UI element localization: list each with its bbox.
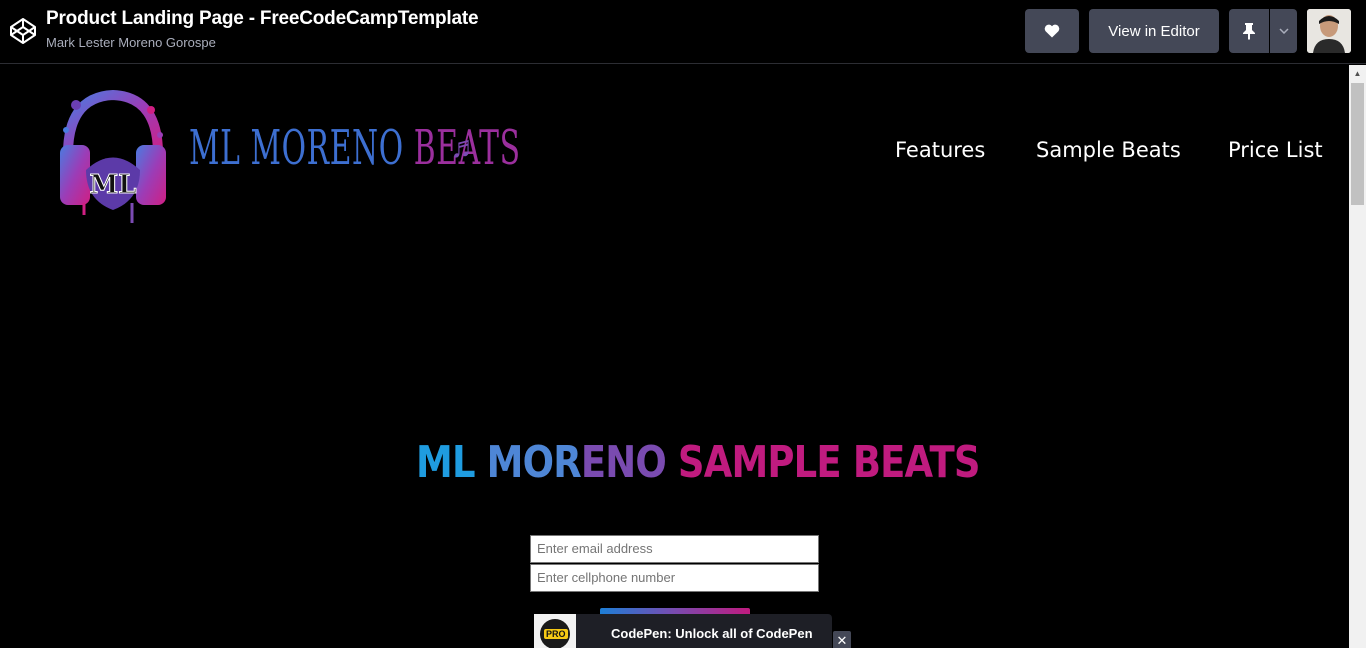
hero-title-part1: ML xyxy=(416,437,487,488)
hero-title-part4: SAMPLE BEATS xyxy=(677,437,981,488)
promo-text: CodePen: Unlock all of CodePen xyxy=(611,626,813,641)
codepen-header: Product Landing Page - FreeCodeCampTempl… xyxy=(0,0,1366,64)
avatar-image xyxy=(1307,9,1351,53)
heart-icon xyxy=(1044,24,1060,38)
codepen-pro-promo[interactable]: PRO CodePen: Unlock all of CodePen xyxy=(534,614,832,648)
nav-link-price-list[interactable]: Price List xyxy=(1228,138,1323,162)
music-note-icon: ♬ xyxy=(450,131,480,164)
pen-preview: ML ML MORENO BEATS ♬ Features Sample Bea… xyxy=(0,65,1349,648)
pen-author-link[interactable]: Mark Lester Moreno Gorospe xyxy=(46,35,216,50)
nav-link-sample-beats[interactable]: Sample Beats xyxy=(1036,138,1181,162)
user-avatar[interactable] xyxy=(1307,9,1351,53)
vertical-scrollbar[interactable]: ▲ xyxy=(1349,65,1366,648)
hero-title-part2: MOR xyxy=(486,437,582,488)
scroll-thumb[interactable] xyxy=(1351,83,1364,205)
hero-title-part3: ENO xyxy=(580,437,678,488)
email-field[interactable]: Enter email address xyxy=(530,535,819,563)
close-icon[interactable]: ✕ xyxy=(833,631,851,648)
hero-title: ML MORENO SAMPLE BEATS xyxy=(416,437,980,488)
chevron-down-icon xyxy=(1278,28,1289,34)
codepen-logo-icon[interactable] xyxy=(8,16,38,46)
nav-link-features[interactable]: Features xyxy=(895,138,985,162)
pro-badge-label: PRO xyxy=(544,629,568,639)
pin-button[interactable] xyxy=(1229,9,1269,53)
view-in-editor-button[interactable]: View in Editor xyxy=(1089,9,1219,53)
headphones-logo-icon: ML xyxy=(60,89,166,223)
scroll-up-arrow-icon[interactable]: ▲ xyxy=(1349,65,1366,82)
like-button[interactable] xyxy=(1025,9,1079,53)
pro-badge-icon: PRO xyxy=(534,614,576,648)
svg-text:ML: ML xyxy=(89,170,136,200)
brand-name-part1: ML MORENO xyxy=(189,120,414,176)
pin-icon xyxy=(1243,23,1255,40)
pen-title: Product Landing Page - FreeCodeCampTempl… xyxy=(46,8,479,29)
cellphone-field[interactable]: Enter cellphone number xyxy=(530,564,819,592)
pin-dropdown-button[interactable] xyxy=(1270,9,1297,53)
